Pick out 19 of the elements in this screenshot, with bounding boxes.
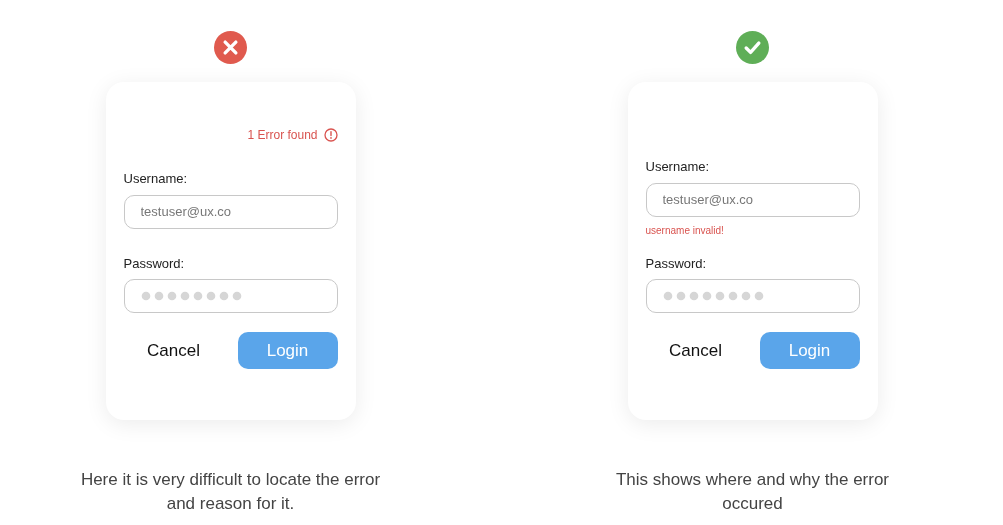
cancel-button[interactable]: Cancel	[123, 332, 224, 369]
error-summary: 1 Error found	[247, 127, 318, 144]
caption: This shows where and why the error occured	[614, 469, 891, 515]
password-field[interactable]	[645, 279, 860, 313]
caption: Here it is very difficult to locate the error and reason for it.	[79, 469, 382, 515]
alert-icon	[323, 128, 338, 142]
field-error: username invalid!	[645, 223, 725, 238]
login-button[interactable]: Login	[759, 332, 860, 369]
error-icon	[214, 31, 247, 64]
login-button[interactable]: Login	[237, 332, 338, 369]
username-field[interactable]: testuser@ux.co	[645, 182, 860, 217]
cancel-button[interactable]: Cancel	[645, 332, 746, 369]
username-field[interactable]: testuser@ux.co	[123, 194, 338, 229]
field-label: Password:	[645, 254, 708, 273]
check-icon	[736, 31, 769, 64]
field-label: Username:	[123, 170, 189, 188]
field-label: Username:	[645, 158, 711, 176]
password-field[interactable]	[123, 279, 338, 313]
field-label: Password:	[123, 254, 186, 273]
